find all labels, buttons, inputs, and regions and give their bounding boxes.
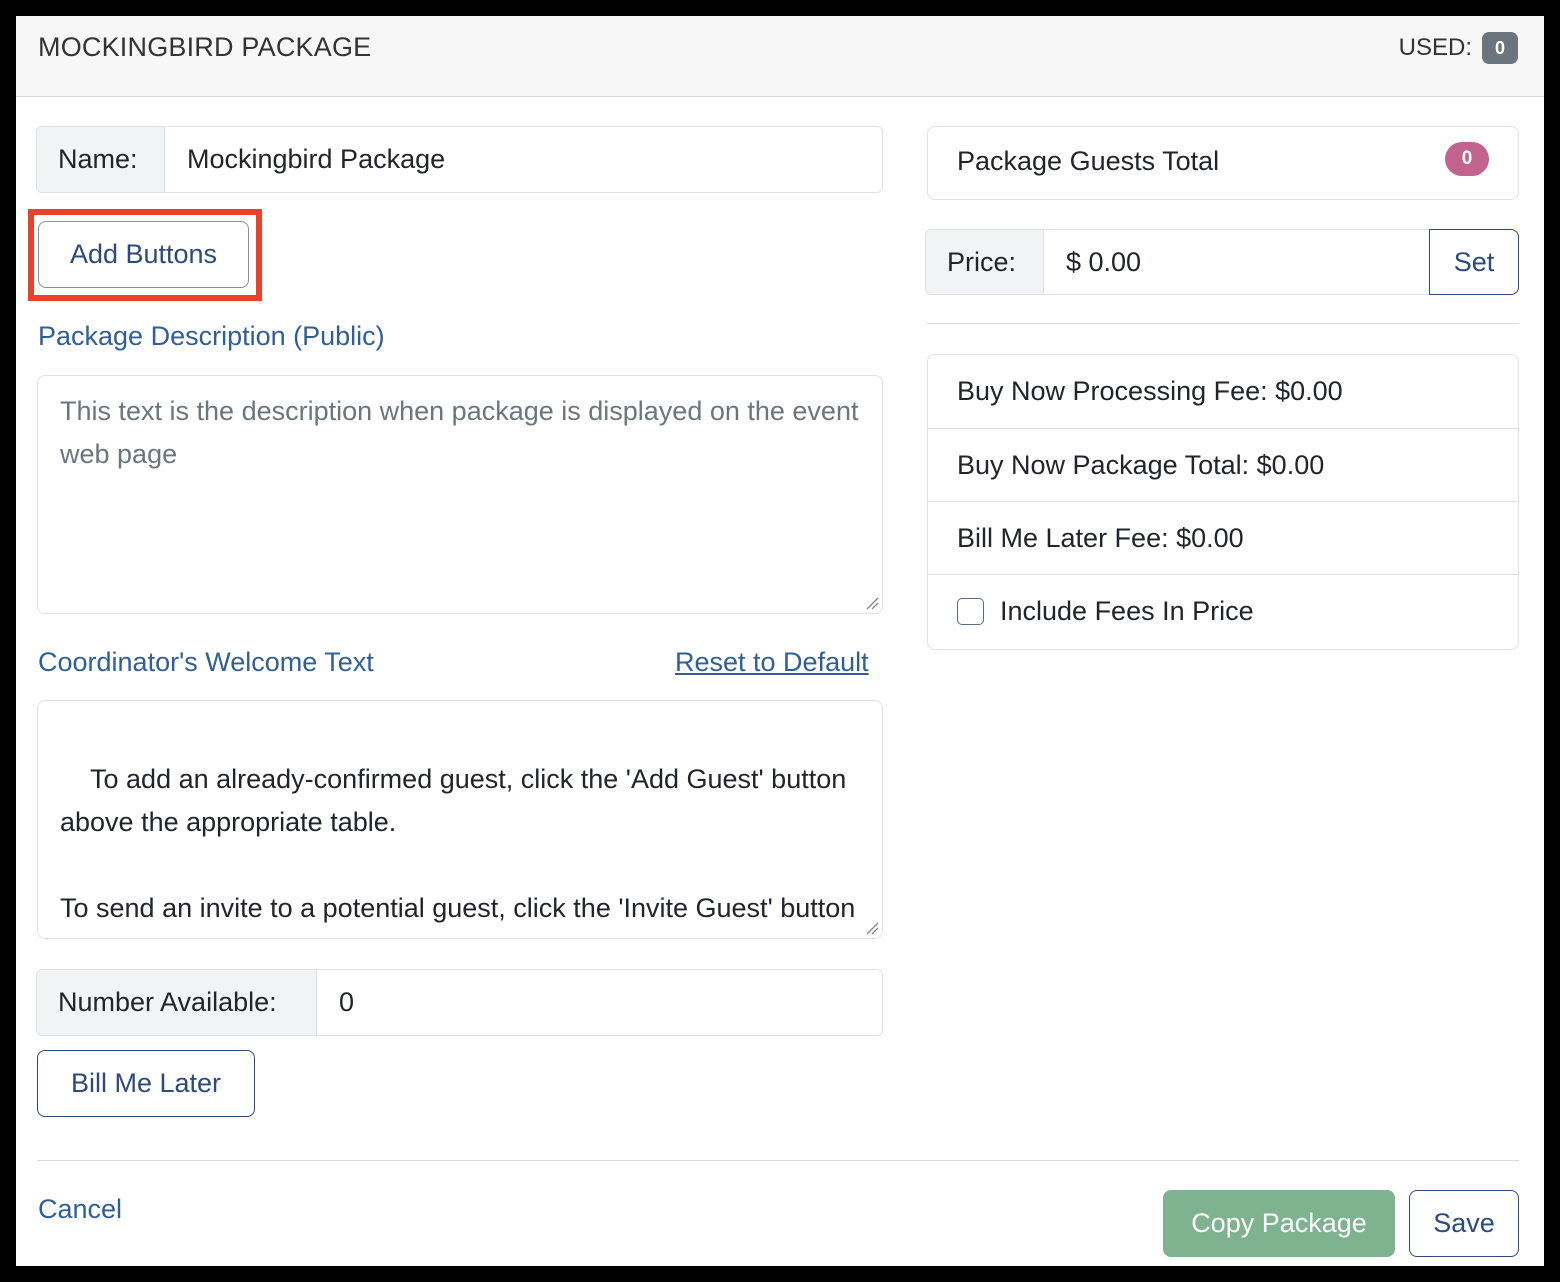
guests-total-card: Package Guests Total 0 [927,126,1519,200]
name-input[interactable]: Mockingbird Package [165,127,882,192]
price-input[interactable]: $ 0.00 [1044,230,1429,294]
description-placeholder: This text is the description when packag… [60,396,859,469]
welcome-heading: Coordinator's Welcome Text [38,647,374,677]
number-available-input[interactable]: 0 [317,970,882,1035]
number-available-label: Number Available: [37,970,317,1035]
used-count-badge: 0 [1482,32,1518,64]
modal-title: MOCKINGBIRD PACKAGE [38,32,372,62]
description-heading: Package Description (Public) [38,321,385,351]
welcome-textarea[interactable]: To add an already-confirmed guest, click… [37,700,883,939]
number-available-group: Number Available: 0 [36,969,883,1036]
include-fees-checkbox[interactable] [957,597,984,625]
description-textarea[interactable]: This text is the description when packag… [37,375,883,614]
reset-to-default-link[interactable]: Reset to Default [675,647,869,678]
guests-total-badge: 0 [1445,142,1489,176]
add-buttons-button[interactable]: Add Buttons [38,221,249,288]
processing-fee-item: Buy Now Processing Fee: $0.00 [957,376,1343,406]
set-price-button[interactable]: Set [1429,229,1519,295]
divider [927,323,1519,324]
bill-later-fee-item: Bill Me Later Fee: $0.00 [928,501,1518,574]
include-fees-label[interactable]: Include Fees In Price [1000,596,1254,627]
bill-me-later-button[interactable]: Bill Me Later [37,1050,255,1117]
name-input-group: Name: Mockingbird Package [36,126,883,193]
welcome-text: To add an already-confirmed guest, click… [60,764,856,938]
include-fees-item[interactable]: Include Fees In Price [928,574,1518,647]
resize-grip-icon[interactable] [865,921,879,935]
used-label: USED: [1398,34,1472,61]
package-modal: MOCKINGBIRD PACKAGE USED: 0 Name: Mockin… [16,16,1544,1266]
package-total-item: Buy Now Package Total: $0.00 [928,428,1518,501]
save-button[interactable]: Save [1409,1190,1519,1257]
price-input-group: Price: $ 0.00 [925,229,1429,295]
modal-header: MOCKINGBIRD PACKAGE USED: 0 [16,16,1544,97]
footer-divider [37,1160,1519,1161]
copy-package-button[interactable]: Copy Package [1163,1190,1395,1257]
cancel-link[interactable]: Cancel [38,1194,122,1225]
fees-card: Buy Now Processing Fee: $0.00 Buy Now Pa… [927,354,1519,650]
price-label: Price: [926,230,1044,294]
name-label: Name: [37,127,165,192]
used-indicator: USED: 0 [1399,32,1518,64]
resize-grip-icon[interactable] [865,596,879,610]
guests-total-label: Package Guests Total [957,146,1220,176]
